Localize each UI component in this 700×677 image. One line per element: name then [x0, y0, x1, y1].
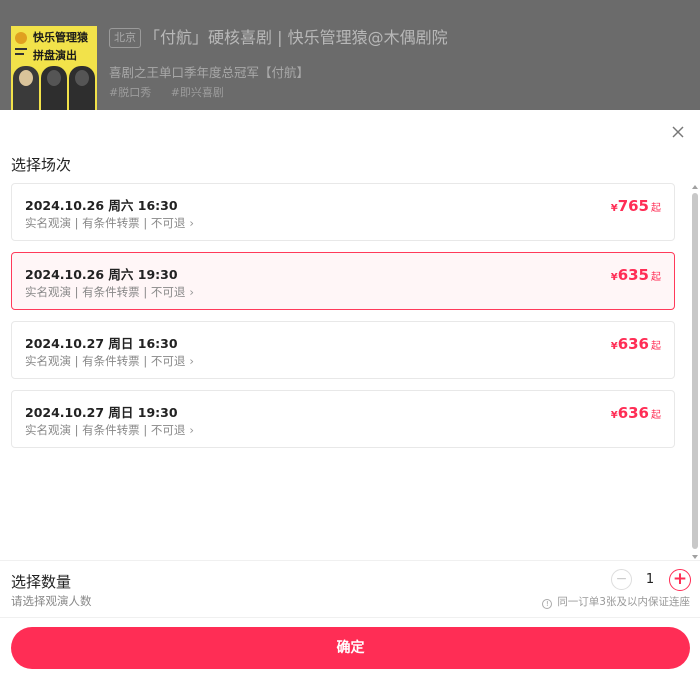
session-date: 2024.10.27 周日 16:30 [25, 336, 178, 351]
chevron-right-icon: › [189, 423, 194, 437]
session-rules[interactable]: 实名观演 | 有条件转票 | 不可退 › [25, 422, 194, 438]
event-header: 快乐管理猿 拼盘演出 北京 「付航」硬核喜剧 | 快乐管理猿@木偶剧院 喜剧之王… [0, 0, 700, 112]
event-title: 「付航」硬核喜剧 | 快乐管理猿@木偶剧院 [144, 28, 448, 47]
tag: #即兴喜剧 [170, 86, 224, 99]
session-price: ¥765 起 [610, 197, 661, 215]
session-option[interactable]: 2024.10.26 周六 16:30 实名观演 | 有条件转票 | 不可退 › … [11, 183, 675, 241]
session-date: 2024.10.26 周六 16:30 [25, 198, 178, 213]
scroll-up-icon[interactable] [692, 185, 698, 189]
session-rules[interactable]: 实名观演 | 有条件转票 | 不可退 › [25, 353, 194, 369]
event-tags: #脱口秀 #即兴喜剧 [109, 85, 240, 101]
quantity-value: 1 [645, 572, 655, 587]
city-badge: 北京 [109, 28, 141, 48]
event-poster: 快乐管理猿 拼盘演出 [11, 26, 97, 112]
session-price: ¥636 起 [610, 335, 661, 353]
event-subtitle: 喜剧之王单口季年度总冠军【付航】 [109, 65, 310, 80]
session-date: 2024.10.27 周日 19:30 [25, 405, 178, 420]
performer-figure [69, 66, 95, 112]
session-price: ¥635 起 [610, 266, 661, 284]
session-option[interactable]: 2024.10.27 周日 16:30 实名观演 | 有条件转票 | 不可退 › … [11, 321, 675, 379]
seating-note: ! 同一订单3张及以内保证连座 [542, 595, 690, 609]
section-title: 选择场次 [11, 156, 72, 174]
scrollbar[interactable] [690, 183, 700, 561]
quantity-subtitle: 请选择观演人数 [11, 594, 92, 608]
info-icon: ! [542, 599, 553, 609]
decrement-button[interactable]: − [611, 569, 632, 590]
session-option-selected[interactable]: 2024.10.26 周六 19:30 实名观演 | 有条件转票 | 不可退 › … [11, 252, 675, 310]
divider [0, 560, 700, 561]
tag: #脱口秀 [109, 86, 152, 99]
confirm-button[interactable]: 确定 [11, 627, 690, 669]
scrollbar-thumb[interactable] [692, 193, 698, 549]
session-option[interactable]: 2024.10.27 周日 19:30 实名观演 | 有条件转票 | 不可退 › … [11, 390, 675, 448]
scroll-down-icon[interactable] [692, 555, 698, 559]
session-selection-sheet: 选择场次 2024.10.26 周六 16:30 实名观演 | 有条件转票 | … [0, 110, 700, 677]
session-rules[interactable]: 实名观演 | 有条件转票 | 不可退 › [25, 284, 194, 300]
chevron-right-icon: › [189, 285, 194, 299]
quantity-title: 选择数量 [11, 573, 72, 591]
session-list: 2024.10.26 周六 16:30 实名观演 | 有条件转票 | 不可退 › … [11, 183, 676, 459]
close-icon[interactable] [670, 124, 686, 140]
session-date: 2024.10.26 周六 19:30 [25, 267, 178, 282]
comedy-logo-icon [15, 32, 27, 55]
poster-line-2: 拼盘演出 [33, 49, 77, 62]
increment-button[interactable]: + [669, 569, 691, 591]
performer-figure [13, 66, 39, 112]
chevron-right-icon: › [189, 216, 194, 230]
poster-line-1: 快乐管理猿 [33, 31, 88, 44]
session-price: ¥636 起 [610, 404, 661, 422]
divider [0, 617, 700, 618]
performer-figure [41, 66, 67, 112]
quantity-stepper: − 1 + [611, 569, 691, 591]
seating-note-text: 同一订单3张及以内保证连座 [557, 596, 690, 608]
session-rules[interactable]: 实名观演 | 有条件转票 | 不可退 › [25, 215, 194, 231]
chevron-right-icon: › [189, 354, 194, 368]
